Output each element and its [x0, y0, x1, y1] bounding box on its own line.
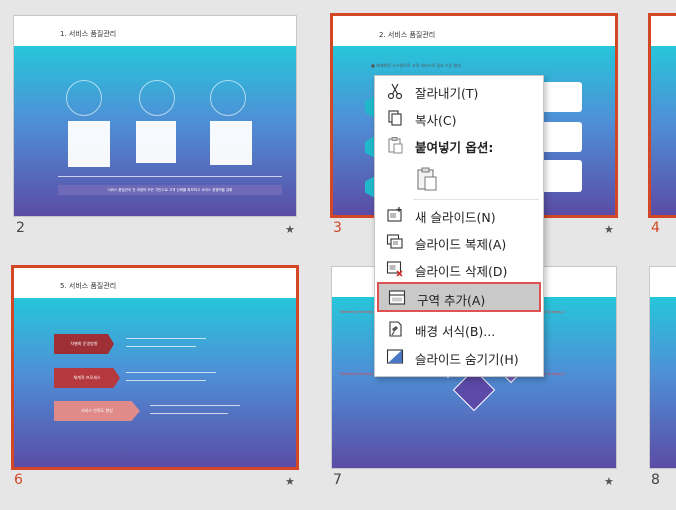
menu-item-format-background[interactable]: 배경 서식(B)...: [375, 316, 543, 342]
new-slide-icon: [387, 207, 402, 222]
content-card: [68, 121, 110, 167]
menu-item-copy[interactable]: 복사(C): [375, 105, 543, 131]
content-card: [538, 82, 582, 112]
menu-separator: [413, 199, 539, 200]
duplicate-slide-icon: [386, 234, 403, 249]
menu-item-duplicate-slide[interactable]: 슬라이드 복제(A): [375, 229, 543, 255]
menu-item-new-slide[interactable]: 새 슬라이드(N): [375, 202, 543, 228]
menu-item-hide-slide[interactable]: 슬라이드 숨기기(H): [375, 344, 543, 370]
text-line: [126, 346, 196, 347]
slide-subtitle: ■ 체계화된 시스템으로 고객 서비스의 질과 수준 향상: [371, 63, 461, 68]
star-icon: ★: [604, 223, 614, 236]
menu-item-label: 슬라이드 숨기기(H): [415, 352, 519, 367]
slide-background: [651, 46, 676, 215]
menu-item-add-section[interactable]: 구역 추가(A): [377, 282, 541, 312]
hide-slide-icon: [386, 349, 404, 364]
delete-slide-icon: [386, 261, 403, 277]
star-icon: ★: [285, 475, 295, 488]
paste-clipboard-icon: [417, 167, 437, 191]
menu-item-cut[interactable]: 잘라내기(T): [375, 78, 543, 104]
slide-number: 7: [333, 472, 342, 488]
decorative-circle: [210, 80, 246, 116]
slide-title: 1. 서비스 품질관리: [60, 30, 117, 38]
format-background-icon: [389, 321, 402, 337]
text-line: [126, 380, 206, 381]
slide-number: 6: [14, 472, 23, 488]
divider: [58, 176, 282, 177]
menu-item-label: 구역 추가(A): [417, 293, 486, 308]
paste-icon: [388, 137, 403, 154]
slide-footer-text: 서비스 품질관리 전 과정의 모든 기반으로 고객 신뢰를 확보하고 서비스 경…: [58, 185, 282, 195]
context-menu: 잘라내기(T) 복사(C) 붙여넣기 옵션: 새 슬라이드(N) 슬라이드 복제…: [374, 75, 544, 377]
menu-item-paste-options: 붙여넣기 옵션:: [375, 132, 543, 158]
content-card: [538, 160, 582, 192]
slide-background: [650, 297, 676, 468]
slide-number: 4: [651, 220, 660, 236]
slide-title: 2. 서비스 품질관리: [379, 31, 436, 39]
text-line: [150, 405, 240, 406]
menu-item-paste-clipboard[interactable]: [375, 164, 543, 194]
menu-item-label: 슬라이드 삭제(D): [415, 264, 508, 279]
star-icon: ★: [285, 223, 295, 236]
slide-number: 3: [333, 220, 342, 236]
menu-item-label: 배경 서식(B)...: [415, 324, 496, 339]
content-card: [538, 122, 582, 152]
slide-thumbnail-6[interactable]: 5. 서비스 품질관리 차별화 운영방향 체계적 프로세스 서비스 만족도 향상: [11, 265, 299, 470]
menu-item-label: 붙여넣기 옵션:: [415, 140, 494, 155]
slide-number: 8: [651, 472, 660, 488]
decorative-circle: [139, 80, 175, 116]
add-section-icon: [388, 290, 406, 305]
slide-background: 차별화 운영방향 체계적 프로세스 서비스 만족도 향상: [14, 298, 296, 467]
star-icon: ★: [604, 475, 614, 488]
strategy-label: Marketing Strategy 1: [340, 310, 377, 314]
slide-background: 서비스 품질관리 전 과정의 모든 기반으로 고객 신뢰를 확보하고 서비스 경…: [14, 46, 296, 216]
content-card: [210, 121, 252, 165]
strategy-label: Marketing Strategy 3: [340, 372, 377, 376]
menu-item-label: 잘라내기(T): [415, 86, 479, 101]
menu-item-delete-slide[interactable]: 슬라이드 삭제(D): [375, 256, 543, 282]
slide-thumbnail-4[interactable]: [648, 13, 676, 218]
slide-thumbnail-2[interactable]: 1. 서비스 품질관리 서비스 품질관리 전 과정의 모든 기반으로 고객 신뢰…: [13, 15, 297, 217]
slide-number: 2: [16, 220, 25, 236]
process-arrow: 서비스 만족도 향상: [54, 401, 140, 421]
menu-item-label: 복사(C): [415, 113, 457, 128]
process-arrow: 차별화 운영방향: [54, 334, 114, 354]
slide-title: 5. 서비스 품질관리: [60, 282, 117, 290]
menu-item-label: 슬라이드 복제(A): [415, 237, 507, 252]
process-arrow: 체계적 프로세스: [54, 368, 120, 388]
text-line: [126, 338, 206, 339]
slide-thumbnail-8[interactable]: [649, 266, 676, 469]
scissors-icon: [387, 83, 403, 100]
copy-icon: [388, 110, 402, 126]
text-line: [126, 372, 216, 373]
menu-item-label: 새 슬라이드(N): [415, 210, 496, 225]
text-line: [150, 413, 228, 414]
content-card: [136, 121, 176, 163]
decorative-circle: [66, 80, 102, 116]
